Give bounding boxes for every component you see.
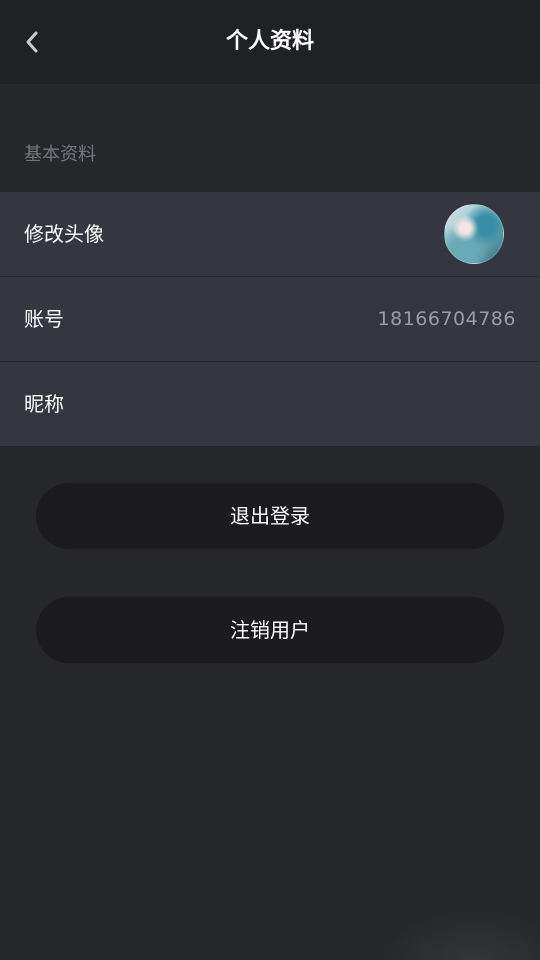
logout-button[interactable]: 退出登录 [36,483,504,549]
account-label: 账号 [24,307,64,331]
page-title: 个人资料 [225,29,314,54]
top-navbar: 个人资料 [0,0,540,84]
avatar[interactable] [444,204,504,264]
nickname-row[interactable]: 昵称 [0,362,540,446]
corner-glow [380,910,540,960]
section-header: 基本资料 [0,84,540,192]
account-row[interactable]: 账号 18166704786 [0,277,540,361]
change-avatar-row[interactable]: 修改头像 [0,192,540,276]
account-value: 18166704786 [377,308,516,330]
change-avatar-label: 修改头像 [24,222,104,246]
section-title: 基本资料 [24,144,96,165]
delete-user-button[interactable]: 注销用户 [36,597,504,663]
nickname-label: 昵称 [24,392,64,416]
profile-page: 个人资料 基本资料 修改头像 账号 18166704786 昵称 退出登录 注销… [0,0,540,960]
